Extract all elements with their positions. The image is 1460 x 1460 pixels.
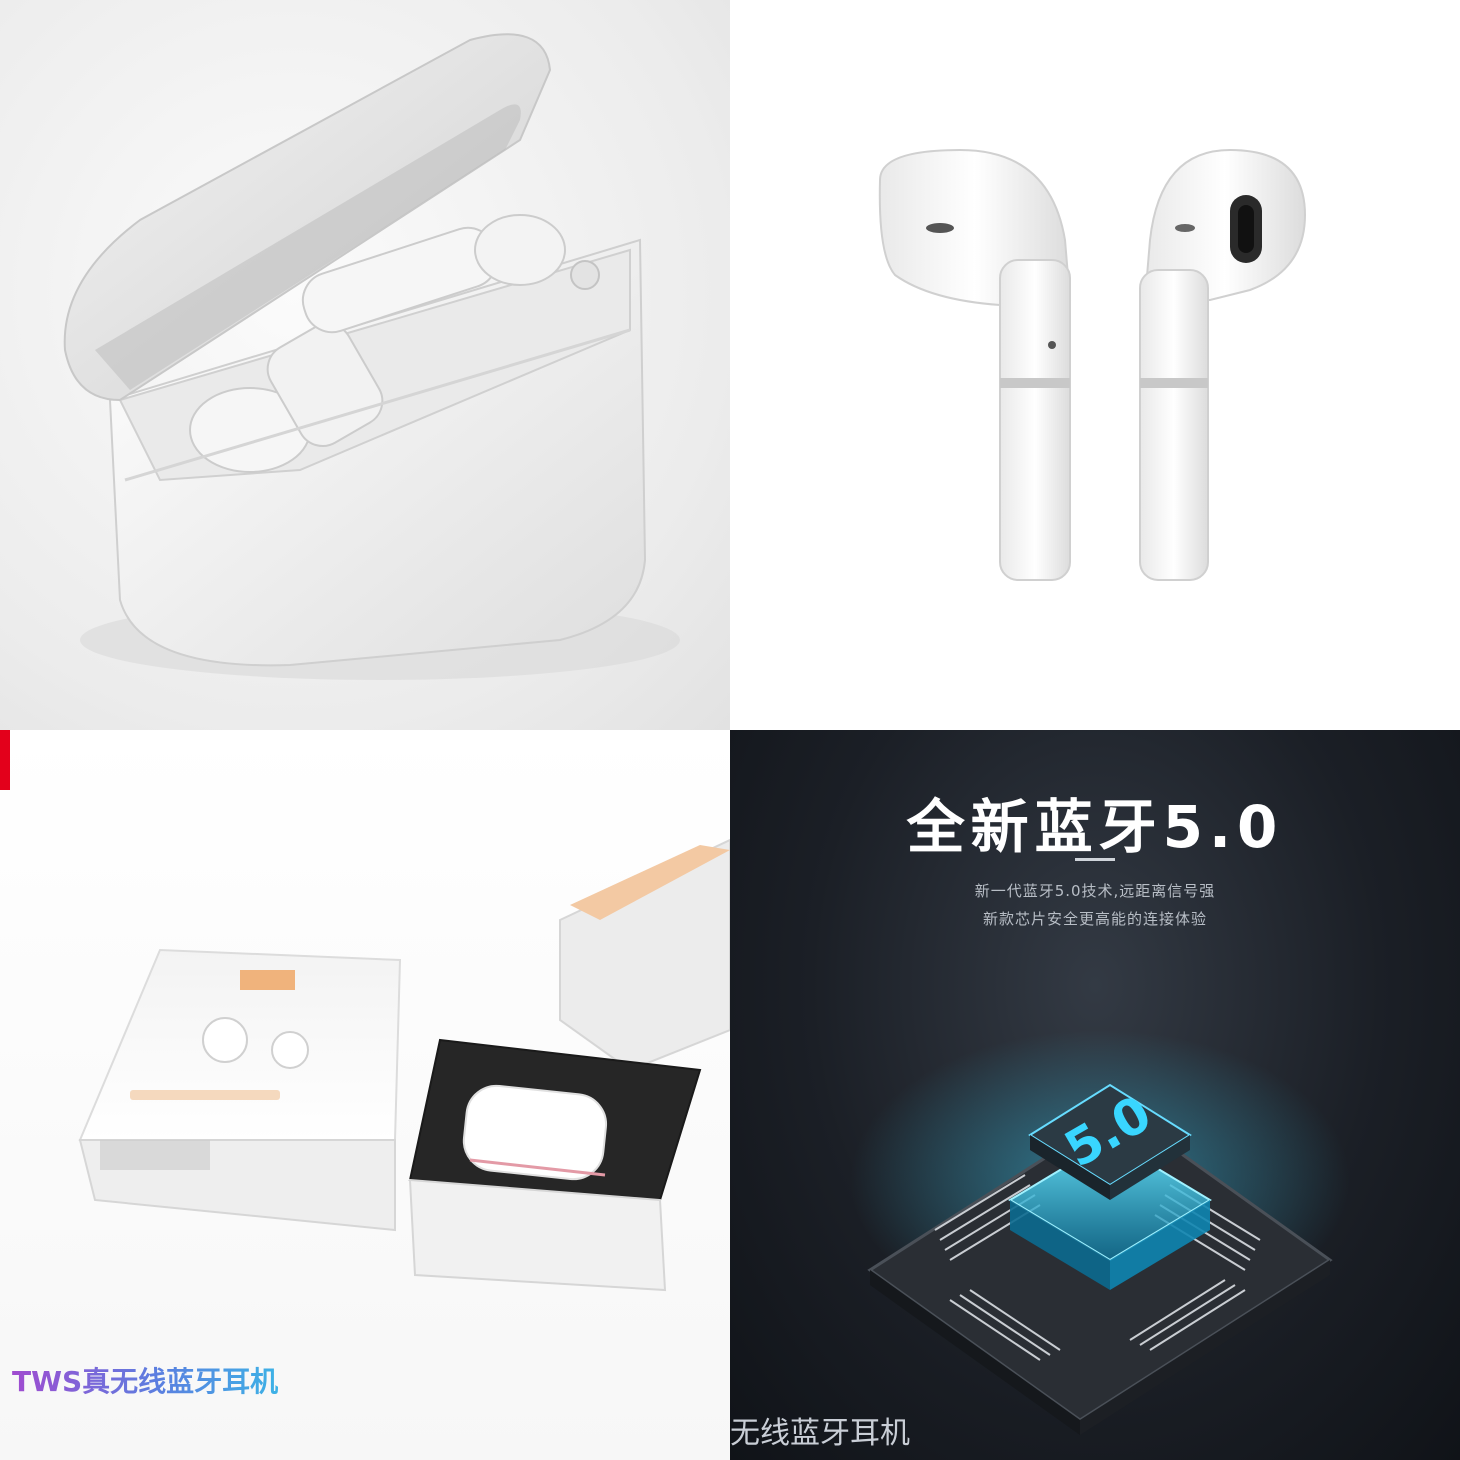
bluetooth-chip-illustration: 5.0 bbox=[850, 1030, 1350, 1435]
left-earbud bbox=[878, 148, 1072, 581]
packaging-caption: TWS真无线蓝牙耳机 bbox=[12, 1360, 278, 1400]
charging-case-photo bbox=[0, 0, 730, 730]
promo-caption: 无线蓝牙耳机 bbox=[730, 1416, 910, 1451]
product-image-grid: TWS真无线蓝牙耳机 全新蓝牙5.0 新一代蓝牙5.0技术,远距离信号强 新款芯… bbox=[0, 0, 1460, 1460]
bluetooth-promo: 全新蓝牙5.0 新一代蓝牙5.0技术,远距离信号强 新款芯片安全更高能的连接体验 bbox=[730, 730, 1460, 1460]
packaging-photo: TWS真无线蓝牙耳机 bbox=[0, 730, 730, 1460]
packaging-illustration bbox=[78, 838, 730, 1292]
right-earbud bbox=[1139, 148, 1307, 581]
earbuds-illustration bbox=[878, 148, 1307, 581]
charging-case-illustration bbox=[63, 33, 680, 680]
red-marker bbox=[0, 730, 10, 790]
earbuds-photo bbox=[730, 0, 1460, 730]
